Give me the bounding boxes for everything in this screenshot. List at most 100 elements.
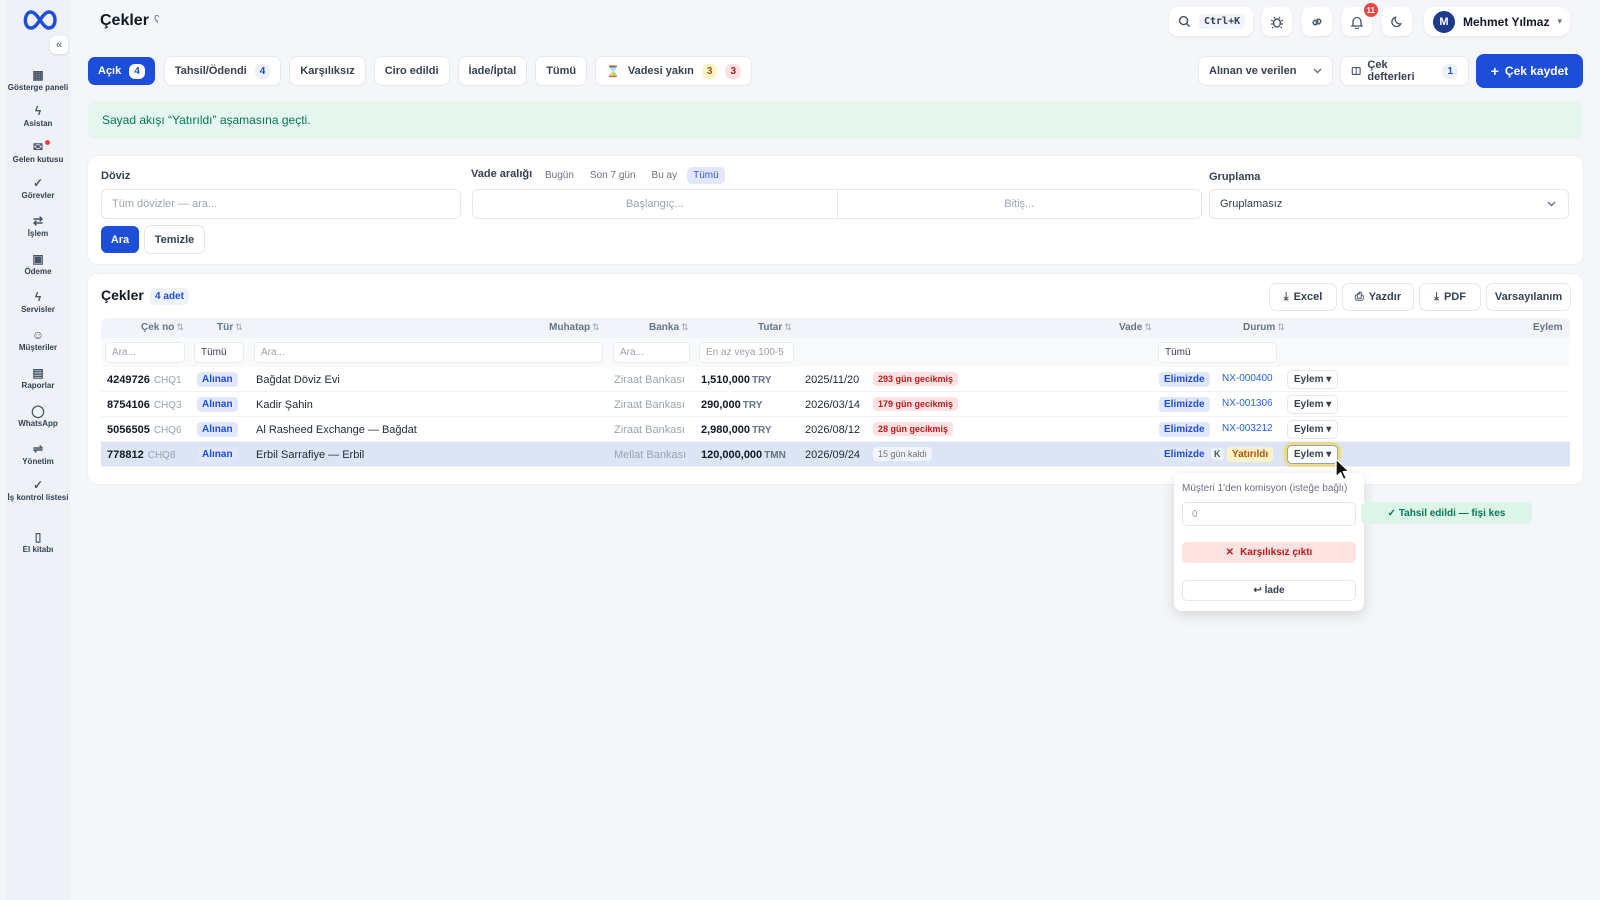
sort-icon: ⇅ — [681, 322, 689, 332]
tab-bounced[interactable]: Karşılıksız — [290, 57, 365, 85]
sidebar-item-7[interactable]: ϟ Servisler — [6, 290, 70, 314]
print-button[interactable]: ⎙ Yazdır — [1343, 284, 1413, 310]
tab-count-overdue: 3 — [725, 63, 742, 79]
sort-icon: ⇅ — [1144, 322, 1152, 332]
action-dropdown-button[interactable]: Eylem ▾ — [1287, 370, 1339, 389]
settings-sliders-icon: ⇌ — [32, 442, 44, 456]
sidebar-item-label: Görevler — [21, 191, 55, 200]
grouping-label: Gruplama — [1209, 171, 1261, 183]
sidebar-item-5[interactable]: ⇄ İşlem — [6, 214, 70, 238]
default-view-button[interactable]: Varsayılanım — [1487, 284, 1570, 310]
sort-icon: ⇅ — [1277, 322, 1285, 332]
chip-today[interactable]: Bugün — [539, 167, 580, 184]
header-amount[interactable]: Tutar ⇅ — [758, 322, 792, 333]
link-button[interactable] — [1302, 7, 1332, 36]
tab-returned-cancelled[interactable]: İade/İptal — [458, 57, 527, 85]
header-due-date[interactable]: Vade ⇅ — [1119, 322, 1152, 333]
sidebar-item-6[interactable]: ▣ Ödeme — [6, 252, 70, 276]
sidebar-item-4[interactable]: ✓ Görevler — [6, 176, 70, 200]
new-check-button[interactable]: + Çek kaydet — [1476, 54, 1583, 88]
tab-open[interactable]: Açık 4 — [88, 57, 155, 85]
export-excel-button[interactable]: ⤓ Excel — [1270, 284, 1336, 310]
tab-all[interactable]: Tümü — [536, 57, 587, 85]
search-button[interactable]: Ara — [101, 226, 139, 253]
tab-label: Tümü — [546, 65, 577, 77]
header-counterparty[interactable]: Muhatap ⇅ — [549, 322, 600, 333]
success-alert: Sayad akışı “Yatırıldı” aşamasına geçti. — [88, 101, 1583, 139]
header-check-no[interactable]: Çek no ⇅ — [141, 322, 184, 333]
header-action: Eylem — [1533, 322, 1563, 333]
sidebar-item-13[interactable]: ▯ El kitabı — [6, 530, 70, 554]
theme-toggle-button[interactable] — [1382, 7, 1412, 36]
filter-check-no-input[interactable]: Ara... — [105, 342, 185, 363]
collapse-sidebar-button[interactable]: « — [50, 36, 68, 54]
checklist-icon: ✓ — [32, 478, 44, 492]
status-badge: Elimizde — [1159, 422, 1210, 437]
action-dropdown-button[interactable]: Eylem ▾ — [1287, 445, 1339, 464]
chip-this-month[interactable]: Bu ay — [646, 167, 684, 184]
bug-icon — [1270, 16, 1284, 28]
bell-icon — [1350, 16, 1364, 29]
filter-type-select[interactable]: Tümü — [194, 342, 244, 363]
status-badge: Elimizde — [1159, 372, 1210, 387]
page-title: Çekler — [100, 12, 149, 29]
user-menu-button[interactable]: M Mehmet Yılmaz ▾ — [1424, 7, 1570, 36]
return-button[interactable]: ↩ İade — [1182, 580, 1356, 601]
clear-button[interactable]: Temizle — [145, 226, 204, 253]
sidebar-item-11[interactable]: ⇌ Yönetim — [6, 442, 70, 466]
sidebar-item-12[interactable]: ✓ İş kontrol listesi — [6, 478, 70, 502]
filter-counterparty-input[interactable]: Ara... — [254, 342, 603, 363]
sidebar-item-1[interactable]: ▦ Gösterge paneli — [6, 68, 70, 92]
check-books-count: 1 — [1442, 63, 1458, 79]
table-count-badge: 4 adet — [150, 288, 189, 305]
tab-count-warning: 3 — [701, 63, 718, 79]
header-bank[interactable]: Banka ⇅ — [649, 322, 689, 333]
book-icon — [1351, 66, 1361, 76]
export-pdf-button[interactable]: ⤓ PDF — [1420, 284, 1480, 310]
status-badge: Elimizde — [1159, 447, 1210, 462]
print-label: Yazdır — [1368, 291, 1402, 303]
sidebar-item-label: Ödeme — [24, 267, 52, 276]
chip-all[interactable]: Tümü — [687, 167, 725, 184]
filter-amount-input[interactable]: En az veya 100-5 — [699, 342, 794, 363]
table-row[interactable]: 5056505 CHQ6 Alınan Al Rasheed Exchange — B… — [101, 417, 1570, 442]
sidebar-item-8[interactable]: ☺ Müşteriler — [6, 328, 70, 352]
logo-icon[interactable] — [20, 8, 60, 32]
tab-due-soon[interactable]: ⌛ Vadesi yakın 3 3 — [596, 57, 752, 85]
command-search-button[interactable]: Ctrl+K — [1169, 7, 1253, 36]
header-status[interactable]: Durum ⇅ — [1243, 322, 1285, 333]
action-dropdown-button[interactable]: Eylem ▾ — [1287, 420, 1339, 439]
reference-link[interactable]: NX-000400 — [1222, 373, 1273, 384]
sidebar-item-9[interactable]: ▤ Raporlar — [6, 366, 70, 390]
action-dropdown-button[interactable]: Eylem ▾ — [1287, 395, 1339, 414]
table-row[interactable]: 8754106 CHQ3 Alınan Kadir Şahin Ziraat Banka… — [101, 392, 1570, 417]
sidebar-item-2[interactable]: ϟ Asistan — [6, 104, 70, 128]
debug-button[interactable] — [1262, 7, 1292, 36]
header-type[interactable]: Tür ⇅ — [217, 322, 243, 333]
table-row[interactable]: 4249726 CHQ1 Alınan Bağdat Döviz Evi Ziraat … — [101, 367, 1570, 392]
notifications-button[interactable]: 11 — [1342, 3, 1378, 36]
filter-bank-input[interactable]: Ara... — [613, 342, 690, 363]
mark-collected-button[interactable]: ✓ Tahsil edildi — fişi kes — [1361, 502, 1532, 524]
check-books-button[interactable]: Çek defterleri 1 — [1341, 57, 1468, 85]
sidebar-item-10[interactable]: ◯ WhatsApp — [6, 404, 70, 428]
start-date-input[interactable]: Başlangıç... — [473, 190, 837, 218]
sidebar-item-3[interactable]: ✉ Gelen kutusu — [6, 140, 70, 164]
end-date-input[interactable]: Bitiş... — [836, 190, 1202, 218]
new-check-label: Çek kaydet — [1504, 64, 1569, 78]
table-title: Çekler — [101, 287, 144, 303]
alert-text: Sayad akışı “Yatırıldı” aşamasına geçti. — [102, 113, 311, 127]
reference-link[interactable]: NX-003212 — [1222, 423, 1273, 434]
help-icon[interactable]: ʕ — [154, 14, 160, 26]
grouping-select[interactable]: Gruplamasız — [1209, 189, 1569, 219]
tab-endorsed[interactable]: Ciro edildi — [374, 57, 449, 85]
direction-select[interactable]: Alınan ve verilen — [1199, 57, 1332, 85]
filter-status-select[interactable]: Tümü — [1158, 342, 1277, 363]
commission-input[interactable]: 0 — [1182, 502, 1356, 526]
reference-link[interactable]: NX-001306 — [1222, 398, 1273, 409]
tab-collected-paid[interactable]: Tahsil/Ödendi 4 — [164, 57, 281, 85]
inbox-icon: ✉ — [32, 140, 44, 154]
currency-search-input[interactable]: Tüm dövizler — ara... — [101, 189, 461, 219]
mark-bounced-button[interactable]: ✕ Karşılıksız çıktı — [1182, 542, 1356, 563]
chip-last-7-days[interactable]: Son 7 gün — [584, 167, 642, 184]
